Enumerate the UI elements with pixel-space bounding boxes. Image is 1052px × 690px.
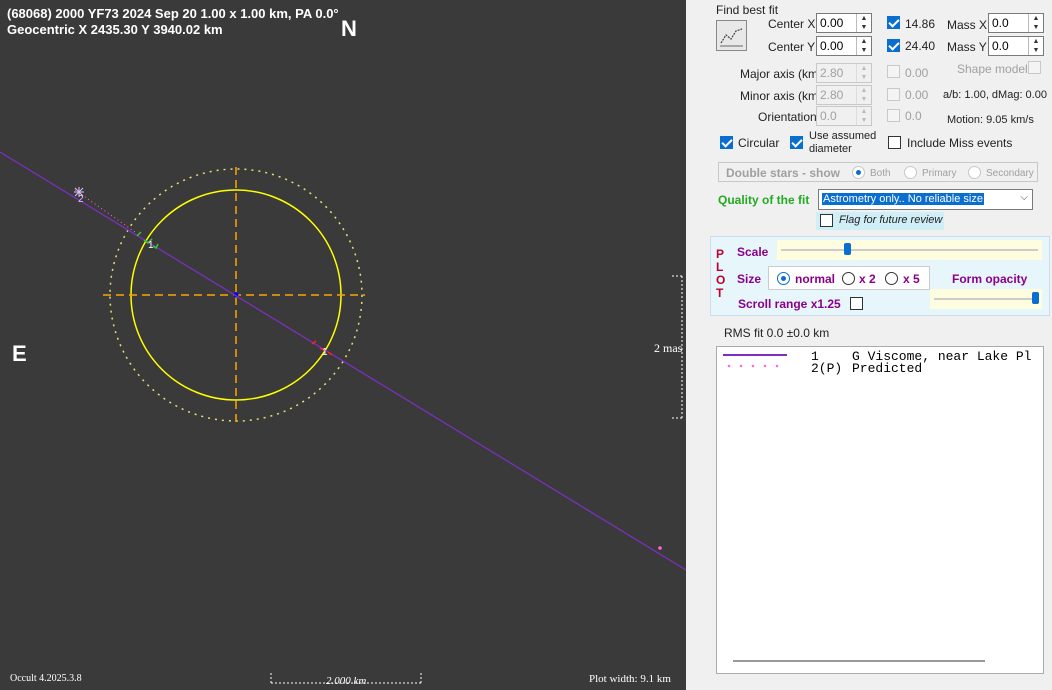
quality-selected-value: Astrometry only.. No reliable size [822, 193, 984, 205]
center-x-label: Center X [768, 17, 816, 31]
scale-label: 2.000 km [326, 675, 367, 687]
circular-label: Circular [738, 136, 780, 150]
primary-label: Primary [922, 168, 957, 179]
scroll-range-label: Scroll range x1.25 [738, 297, 841, 311]
major-axis-input[interactable]: 2.80 ▲ ▼ [816, 63, 872, 83]
major-axis-result: 0.00 [905, 66, 929, 80]
orientation-input[interactable]: 0.0 ▲ ▼ [816, 106, 872, 126]
observer-legend[interactable]: 1 G Viscome, near Lake Pl 2(P) Predicted [716, 346, 1044, 674]
mass-y-input[interactable]: 0.0 ▲ ▼ [988, 36, 1044, 56]
legend-num-2: 2(P) [811, 361, 843, 376]
minor-axis-result: 0.00 [905, 88, 929, 102]
shape-model-label: Shape model [957, 62, 1028, 76]
rms-fit-label: RMS fit 0.0 ±0.0 km [724, 326, 830, 340]
fit-graph-icon [720, 28, 743, 47]
pred-marker-label: 2 [78, 194, 84, 205]
predicted-track [74, 189, 136, 233]
double-stars-label: Double stars - show [726, 166, 841, 180]
size-x5-label: x 5 [903, 272, 920, 286]
plot-title: (68068) 2000 YF73 2024 Sep 20 1.00 x 1.0… [7, 6, 339, 21]
mass-y-label: Mass Y [947, 40, 987, 54]
size-x5-radio[interactable] [885, 272, 898, 285]
opacity-slider[interactable] [930, 289, 1042, 309]
center-y-input[interactable]: 0.00 ▲ ▼ [816, 36, 872, 56]
end-point [658, 546, 662, 550]
scale-slider-thumb[interactable] [844, 243, 851, 255]
form-opacity-label: Form opacity [952, 272, 1028, 286]
primary-radio[interactable] [904, 166, 917, 179]
size-x2-radio[interactable] [842, 272, 855, 285]
plot-coordinates: Geocentric X 2435.30 Y 3940.02 km [7, 22, 223, 37]
find-best-fit-button[interactable] [716, 20, 747, 51]
plot-width-label: Plot width: 9.1 km [589, 673, 671, 685]
size-x2-label: x 2 [859, 272, 876, 286]
center-y-label: Center Y [768, 40, 816, 54]
circular-checkbox[interactable] [720, 136, 733, 149]
chord-marker-label-2: 1 [322, 347, 328, 358]
occultation-plot[interactable]: (68068) 2000 YF73 2024 Sep 20 1.00 x 1.0… [0, 0, 686, 690]
north-label: N [341, 16, 357, 41]
size-normal-label: normal [795, 272, 836, 286]
plot-vertical-label: P L O T [716, 247, 726, 300]
mas-label: 2 mas [654, 341, 683, 355]
include-miss-checkbox[interactable] [888, 136, 901, 149]
major-axis-checkbox[interactable] [887, 65, 900, 78]
use-assumed-label: Use assumed diameter [809, 130, 877, 155]
center-x-checkbox[interactable] [887, 16, 900, 29]
legend-line-solid [723, 354, 787, 356]
scale-slider[interactable] [777, 240, 1042, 260]
legend-text-2: Predicted [852, 361, 923, 376]
secondary-label: Secondary [986, 168, 1034, 179]
ab-dmag-text: a/b: 1.00, dMag: 0.00 [943, 89, 1047, 101]
secondary-radio[interactable] [968, 166, 981, 179]
plot-canvas [0, 151, 686, 684]
opacity-slider-thumb[interactable] [1032, 292, 1039, 304]
orientation-label: Orientation [758, 110, 817, 124]
minor-axis-input[interactable]: 2.80 ▲ ▼ [816, 85, 872, 105]
center-x-input[interactable]: 0.00 ▲ ▼ [816, 13, 872, 33]
chevron-down-icon: ⌵ [1020, 192, 1028, 203]
center-y-checkbox[interactable] [887, 39, 900, 52]
center-y-result: 24.40 [905, 39, 936, 53]
major-axis-label: Major axis (km) [740, 67, 823, 81]
flag-review-label: Flag for future review [839, 214, 943, 226]
size-label: Size [737, 272, 762, 286]
center-x-result: 14.86 [905, 17, 936, 31]
size-normal-radio[interactable] [777, 272, 790, 285]
version-label: Occult 4.2025.3.8 [10, 673, 82, 684]
minor-axis-checkbox[interactable] [887, 88, 900, 101]
observer-chord [0, 151, 686, 571]
chord-marker-label-1: 1 [148, 240, 154, 251]
minor-axis-label: Minor axis (km) [740, 89, 823, 103]
orientation-checkbox[interactable] [887, 109, 900, 122]
both-label: Both [870, 168, 891, 179]
flag-review-checkbox[interactable] [820, 214, 833, 227]
find-best-fit-label: Find best fit [716, 3, 779, 17]
use-assumed-checkbox[interactable] [790, 136, 803, 149]
orientation-result: 0.0 [905, 109, 922, 123]
shape-model-checkbox[interactable] [1028, 61, 1041, 74]
motion-text: Motion: 9.05 km/s [947, 114, 1034, 126]
scale-label: Scale [737, 245, 769, 259]
mass-x-input[interactable]: 0.0 ▲ ▼ [988, 13, 1044, 33]
legend-scrollbar[interactable] [733, 660, 985, 662]
include-miss-label: Include Miss events [907, 136, 1013, 150]
mass-x-label: Mass X [947, 18, 988, 32]
legend-line-dotted [723, 364, 787, 368]
both-radio[interactable] [852, 166, 865, 179]
quality-label: Quality of the fit [718, 193, 810, 207]
quality-select[interactable]: Astrometry only.. No reliable size ⌵ [818, 189, 1033, 210]
east-label: E [12, 341, 27, 366]
scroll-range-checkbox[interactable] [850, 297, 863, 310]
